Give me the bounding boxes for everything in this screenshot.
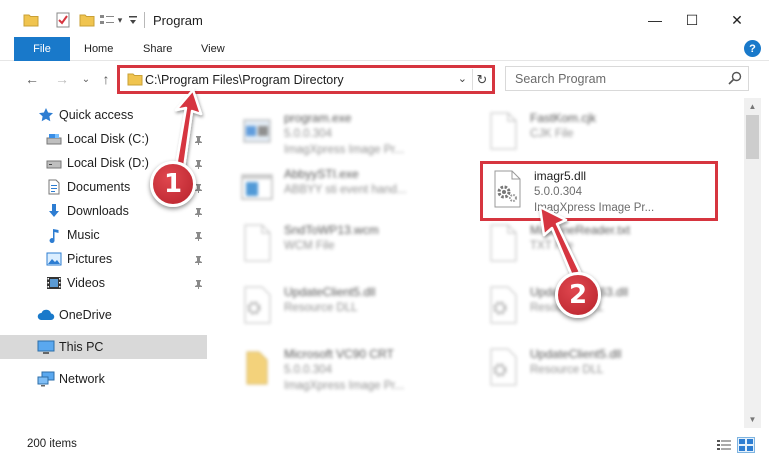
dll-gear-icon bbox=[234, 282, 280, 328]
file-item[interactable]: program.exe 5.0.0.304 ImagXpress Image P… bbox=[234, 106, 470, 162]
file-item[interactable]: FastKom.cjk CJK File bbox=[480, 106, 716, 162]
network-icon bbox=[37, 370, 55, 388]
navigation-pane: Quick access Local Disk (C:) Local Disk … bbox=[0, 98, 210, 428]
documents-icon bbox=[45, 178, 63, 196]
folder-icon bbox=[234, 344, 280, 390]
pictures-icon bbox=[45, 250, 63, 268]
scroll-down-icon[interactable]: ▼ bbox=[744, 411, 761, 428]
chevron-down-icon[interactable]: ▾ bbox=[115, 10, 125, 30]
back-button[interactable]: ← bbox=[22, 71, 42, 87]
properties-icon[interactable] bbox=[54, 10, 72, 30]
sidebar-item-local-disk-c[interactable]: Local Disk (C:) bbox=[0, 127, 207, 151]
file-list: program.exe 5.0.0.304 ImagXpress Image P… bbox=[212, 100, 742, 428]
title-bar: ▾ Program — ☐ ✕ bbox=[0, 0, 769, 40]
file-highlight-box bbox=[480, 161, 718, 221]
tab-share[interactable]: Share bbox=[143, 37, 172, 61]
file-item[interactable]: MachineReader.txt TXT File bbox=[480, 218, 716, 274]
details-view-icon[interactable] bbox=[715, 437, 733, 453]
vertical-scrollbar[interactable]: ▲ ▼ bbox=[744, 98, 761, 428]
tiles-view-icon[interactable] bbox=[737, 437, 755, 453]
maximize-button[interactable]: ☐ bbox=[669, 0, 715, 40]
tab-view[interactable]: View bbox=[201, 37, 225, 61]
dll-gear-icon bbox=[480, 344, 526, 390]
item-count: 200 items bbox=[27, 438, 77, 450]
file-item[interactable]: Microsoft VC90 CRT 5.0.0.304 ImagXpress … bbox=[234, 342, 470, 398]
drive-icon bbox=[45, 130, 63, 148]
sidebar-item-quick-access[interactable]: Quick access bbox=[0, 103, 207, 127]
file-icon bbox=[480, 220, 526, 266]
cloud-icon bbox=[37, 306, 55, 324]
recent-locations-button[interactable]: ⌄ bbox=[80, 71, 92, 87]
tab-home[interactable]: Home bbox=[84, 37, 113, 61]
search-icon[interactable] bbox=[728, 71, 742, 88]
pin-icon[interactable] bbox=[194, 158, 203, 172]
pin-icon[interactable] bbox=[194, 254, 203, 268]
tab-file[interactable]: File bbox=[14, 37, 70, 61]
pin-icon[interactable] bbox=[194, 206, 203, 220]
navigation-bar: ← → ⌄ ↑ C:\Program Files\Program Directo… bbox=[0, 62, 769, 96]
close-button[interactable]: ✕ bbox=[714, 0, 760, 40]
ribbon-tabs: File Home Share View ? bbox=[0, 37, 769, 61]
scroll-up-icon[interactable]: ▲ bbox=[744, 98, 761, 115]
computer-icon bbox=[37, 338, 55, 356]
up-button[interactable]: ↑ bbox=[97, 71, 115, 87]
step-1-badge: 1 bbox=[150, 161, 196, 207]
address-highlight-box bbox=[117, 65, 495, 94]
sidebar-item-music[interactable]: Music bbox=[0, 223, 207, 247]
window-title: Program bbox=[153, 13, 203, 28]
forward-button[interactable]: → bbox=[52, 71, 72, 87]
star-icon bbox=[37, 106, 55, 124]
exe-icon bbox=[234, 108, 280, 154]
sidebar-item-onedrive[interactable]: OneDrive bbox=[0, 303, 207, 327]
file-icon bbox=[480, 108, 526, 154]
sidebar-item-videos[interactable]: Videos bbox=[0, 271, 207, 295]
file-item[interactable]: SndToWP13.wcm WCM File bbox=[234, 218, 470, 274]
search-box[interactable] bbox=[505, 66, 749, 91]
new-folder-icon[interactable] bbox=[78, 10, 96, 30]
pin-icon[interactable] bbox=[194, 230, 203, 244]
window-exe-icon bbox=[234, 164, 280, 210]
pin-icon[interactable] bbox=[194, 134, 203, 148]
videos-icon bbox=[45, 274, 63, 292]
file-item[interactable]: UpdateClient5.dll Resource DLL bbox=[234, 280, 470, 336]
dll-gear-icon bbox=[480, 282, 526, 328]
sidebar-item-pictures[interactable]: Pictures bbox=[0, 247, 207, 271]
file-item[interactable]: AbbyySTI.exe ABBYY sti event hand... bbox=[234, 162, 470, 218]
step-2-badge: 2 bbox=[555, 272, 601, 318]
file-item[interactable]: UpdateClient5.dll Resource DLL bbox=[480, 342, 716, 398]
status-bar: 200 items bbox=[0, 430, 769, 473]
search-input[interactable] bbox=[506, 67, 720, 90]
file-icon bbox=[234, 220, 280, 266]
download-icon bbox=[45, 202, 63, 220]
help-button[interactable]: ? bbox=[744, 40, 761, 57]
scroll-thumb[interactable] bbox=[746, 115, 759, 159]
pin-icon[interactable] bbox=[194, 278, 203, 292]
sidebar-item-this-pc[interactable]: This PC bbox=[0, 335, 207, 359]
list-view-icon[interactable] bbox=[98, 10, 116, 30]
title-separator bbox=[144, 12, 145, 28]
sidebar-item-network[interactable]: Network bbox=[0, 367, 207, 391]
music-icon bbox=[45, 226, 63, 244]
drive-icon bbox=[45, 154, 63, 172]
customize-toolbar-icon[interactable] bbox=[126, 10, 140, 30]
folder-icon bbox=[22, 10, 40, 30]
